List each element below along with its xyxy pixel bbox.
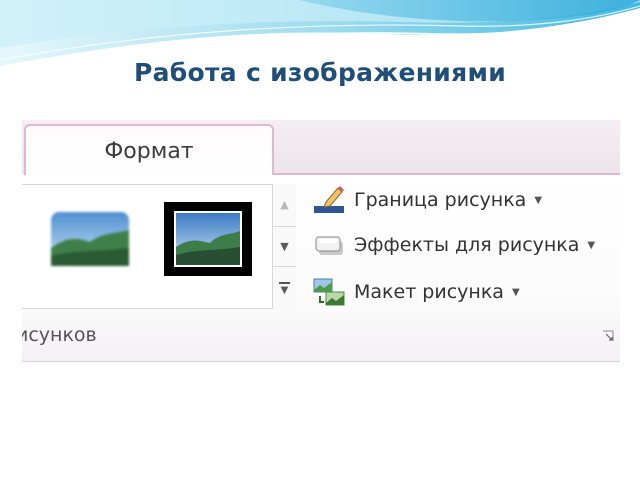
gallery-scroll-up-button[interactable]: ▲ bbox=[273, 184, 296, 225]
ribbon-bottom-border bbox=[22, 361, 620, 362]
picture-border-label: Граница рисунка bbox=[354, 189, 527, 211]
triangle-up-icon: ▲ bbox=[280, 198, 289, 211]
gallery-scroll-down-button[interactable]: ▼ bbox=[273, 226, 296, 267]
tab-format-label: Формат bbox=[104, 138, 194, 164]
picture-effects-button[interactable]: Эффекты для рисунка ▼ bbox=[312, 229, 595, 261]
picture-border-icon bbox=[314, 186, 344, 213]
picture-style-black-frame[interactable] bbox=[164, 202, 252, 276]
dropdown-arrow-icon: ▼ bbox=[511, 286, 520, 298]
dropdown-arrow-icon: ▼ bbox=[587, 239, 596, 251]
triangle-down-icon: ▼ bbox=[280, 240, 289, 253]
dialog-launcher-icon[interactable] bbox=[602, 330, 614, 342]
picture-effects-label: Эффекты для рисунка bbox=[354, 234, 580, 256]
group-label-picture-styles: исунков bbox=[22, 324, 97, 346]
triangle-down-icon: ▼ bbox=[280, 284, 289, 296]
framed-picture-thumbnail bbox=[174, 211, 242, 267]
picture-style-soft-edge[interactable] bbox=[48, 208, 132, 270]
more-bar-icon bbox=[279, 281, 290, 284]
picture-layout-button[interactable]: Макет рисунка ▼ bbox=[312, 276, 520, 308]
ribbon-screenshot: Формат ▲ ▼ ▼ Граница рисунка ▼ Эффекты д… bbox=[22, 120, 620, 362]
picture-effects-icon bbox=[315, 236, 343, 255]
gallery-more-button[interactable]: ▼ bbox=[273, 268, 296, 309]
picture-layout-icon bbox=[313, 278, 345, 306]
picture-layout-label: Макет рисунка bbox=[354, 281, 504, 303]
slide-title: Работа с изображениями bbox=[133, 58, 507, 87]
tab-format[interactable]: Формат bbox=[24, 124, 274, 176]
dropdown-arrow-icon: ▼ bbox=[534, 194, 543, 206]
gallery-scroll-column: ▲ ▼ ▼ bbox=[272, 184, 296, 309]
picture-border-button[interactable]: Граница рисунка ▼ bbox=[312, 184, 542, 216]
